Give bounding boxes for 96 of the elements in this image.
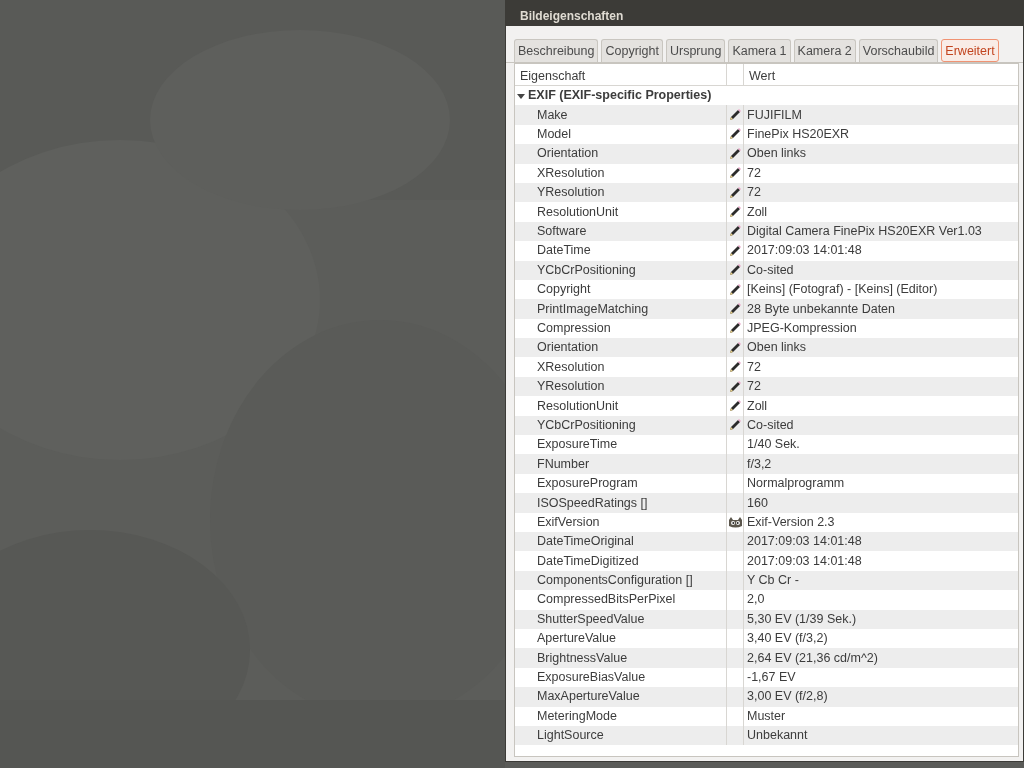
- property-value: Co-sited: [746, 416, 794, 434]
- property-name: YResolution: [537, 184, 605, 202]
- pencil-icon: [728, 205, 742, 220]
- property-name: BrightnessValue: [537, 649, 628, 667]
- property-name: ExifVersion: [537, 513, 600, 531]
- window-title: Bildeigenschaften: [506, 1, 1023, 26]
- property-name: XResolution: [537, 358, 605, 376]
- property-name: MeteringMode: [537, 707, 617, 725]
- property-name: ISOSpeedRatings []: [537, 494, 648, 512]
- property-value: 1/40 Sek.: [746, 436, 800, 454]
- property-name: ExposureBiasValue: [537, 669, 646, 687]
- column-header[interactable]: Wert: [744, 64, 781, 85]
- tab[interactable]: Ursprung: [665, 39, 726, 62]
- property-value: Co-sited: [746, 261, 794, 279]
- pencil-icon: [728, 340, 742, 355]
- tab[interactable]: Kamera 1: [728, 39, 791, 62]
- pencil-icon: [728, 185, 742, 200]
- property-value: 2017:09:03 14:01:48: [746, 533, 862, 551]
- property-value: Muster: [746, 707, 786, 725]
- pencil-icon: [728, 108, 742, 123]
- property-name: ComponentsConfiguration []: [537, 572, 693, 590]
- tab[interactable]: Vorschaubild: [858, 39, 939, 62]
- pencil-icon: [728, 166, 742, 181]
- property-name: XResolution: [537, 164, 605, 182]
- property-name: CompressedBitsPerPixel: [537, 591, 676, 609]
- property-value: Oben links: [746, 145, 807, 163]
- property-value: Exif-Version 2.3: [746, 513, 835, 531]
- property-value: Digital Camera FinePix HS20EXR Ver1.03: [746, 223, 982, 241]
- property-value: 3,00 EV (f/2,8): [746, 688, 828, 706]
- property-value: 72: [746, 184, 761, 202]
- pencil-icon: [728, 146, 742, 161]
- pencil-icon: [728, 398, 742, 413]
- property-value: Zoll: [746, 203, 768, 221]
- pencil-icon: [728, 360, 742, 375]
- property-value: 160: [746, 494, 768, 512]
- property-value: 3,40 EV (f/3,2): [746, 630, 828, 648]
- property-value: 72: [746, 164, 761, 182]
- property-value: Y Cb Cr -: [746, 572, 799, 590]
- expander-icon[interactable]: [517, 91, 525, 100]
- property-value: Zoll: [746, 397, 768, 415]
- property-name: FNumber: [537, 455, 590, 473]
- property-name: MaxApertureValue: [537, 688, 640, 706]
- pencil-icon: [728, 127, 742, 142]
- property-name: ExposureProgram: [537, 475, 638, 493]
- property-name: Compression: [537, 320, 611, 337]
- property-name: DateTimeDigitized: [537, 552, 639, 570]
- property-name: ResolutionUnit: [537, 203, 619, 221]
- property-value: JPEG-Kompression: [746, 320, 857, 337]
- property-value: 72: [746, 358, 761, 376]
- property-value: 2017:09:03 14:01:48: [746, 552, 862, 570]
- property-value: 2017:09:03 14:01:48: [746, 242, 862, 260]
- property-name: DateTimeOriginal: [537, 533, 634, 551]
- property-name: Copyright: [537, 281, 591, 299]
- property-name: LightSource: [537, 727, 604, 745]
- property-name: ResolutionUnit: [537, 397, 619, 415]
- property-value: [Keins] (Fotograf) - [Keins] (Editor): [746, 281, 938, 299]
- property-name: YResolution: [537, 378, 605, 396]
- pencil-icon: [728, 321, 742, 336]
- property-value: 28 Byte unbekannte Daten: [746, 300, 896, 318]
- pencil-icon: [728, 224, 742, 239]
- property-value: f/3,2: [746, 455, 772, 473]
- property-value: 2,64 EV (21,36 cd/m^2): [746, 649, 878, 667]
- pencil-icon: [728, 263, 742, 278]
- tab[interactable]: Beschreibung: [514, 39, 599, 62]
- property-value: -1,67 EV: [746, 669, 796, 687]
- property-value: 2,0: [746, 591, 765, 609]
- property-value: 5,30 EV (1/39 Sek.): [746, 610, 857, 628]
- property-name: YCbCrPositioning: [537, 261, 636, 279]
- tab[interactable]: Kamera 2: [793, 39, 856, 62]
- property-value: FUJIFILM: [746, 106, 802, 124]
- property-value: FinePix HS20EXR: [746, 126, 850, 144]
- property-name: Make: [537, 106, 568, 124]
- property-name: YCbCrPositioning: [537, 416, 636, 434]
- property-name: Model: [537, 126, 572, 144]
- pencil-icon: [728, 418, 742, 433]
- property-value: Unbekannt: [746, 727, 808, 745]
- property-name: Orientation: [537, 339, 599, 357]
- property-name: DateTime: [537, 242, 591, 260]
- pencil-icon: [728, 243, 742, 258]
- property-value: Oben links: [746, 339, 807, 357]
- property-name: Orientation: [537, 145, 599, 163]
- property-name: ExposureTime: [537, 436, 618, 454]
- group-label: EXIF (EXIF-specific Properties): [528, 87, 712, 105]
- property-value: 72: [746, 378, 761, 396]
- tab[interactable]: Copyright: [601, 39, 663, 62]
- column-header[interactable]: Eigenschaft: [515, 64, 727, 85]
- tab[interactable]: Erweitert: [941, 39, 999, 62]
- property-name: ShutterSpeedValue: [537, 610, 645, 628]
- property-name: ApertureValue: [537, 630, 616, 648]
- animal-head-icon: [727, 515, 743, 529]
- pencil-icon: [728, 379, 742, 394]
- pencil-icon: [728, 282, 742, 297]
- pencil-icon: [728, 302, 742, 316]
- property-name: PrintImageMatching: [537, 300, 649, 318]
- property-value: Normalprogramm: [746, 475, 845, 493]
- property-name: Software: [537, 223, 587, 241]
